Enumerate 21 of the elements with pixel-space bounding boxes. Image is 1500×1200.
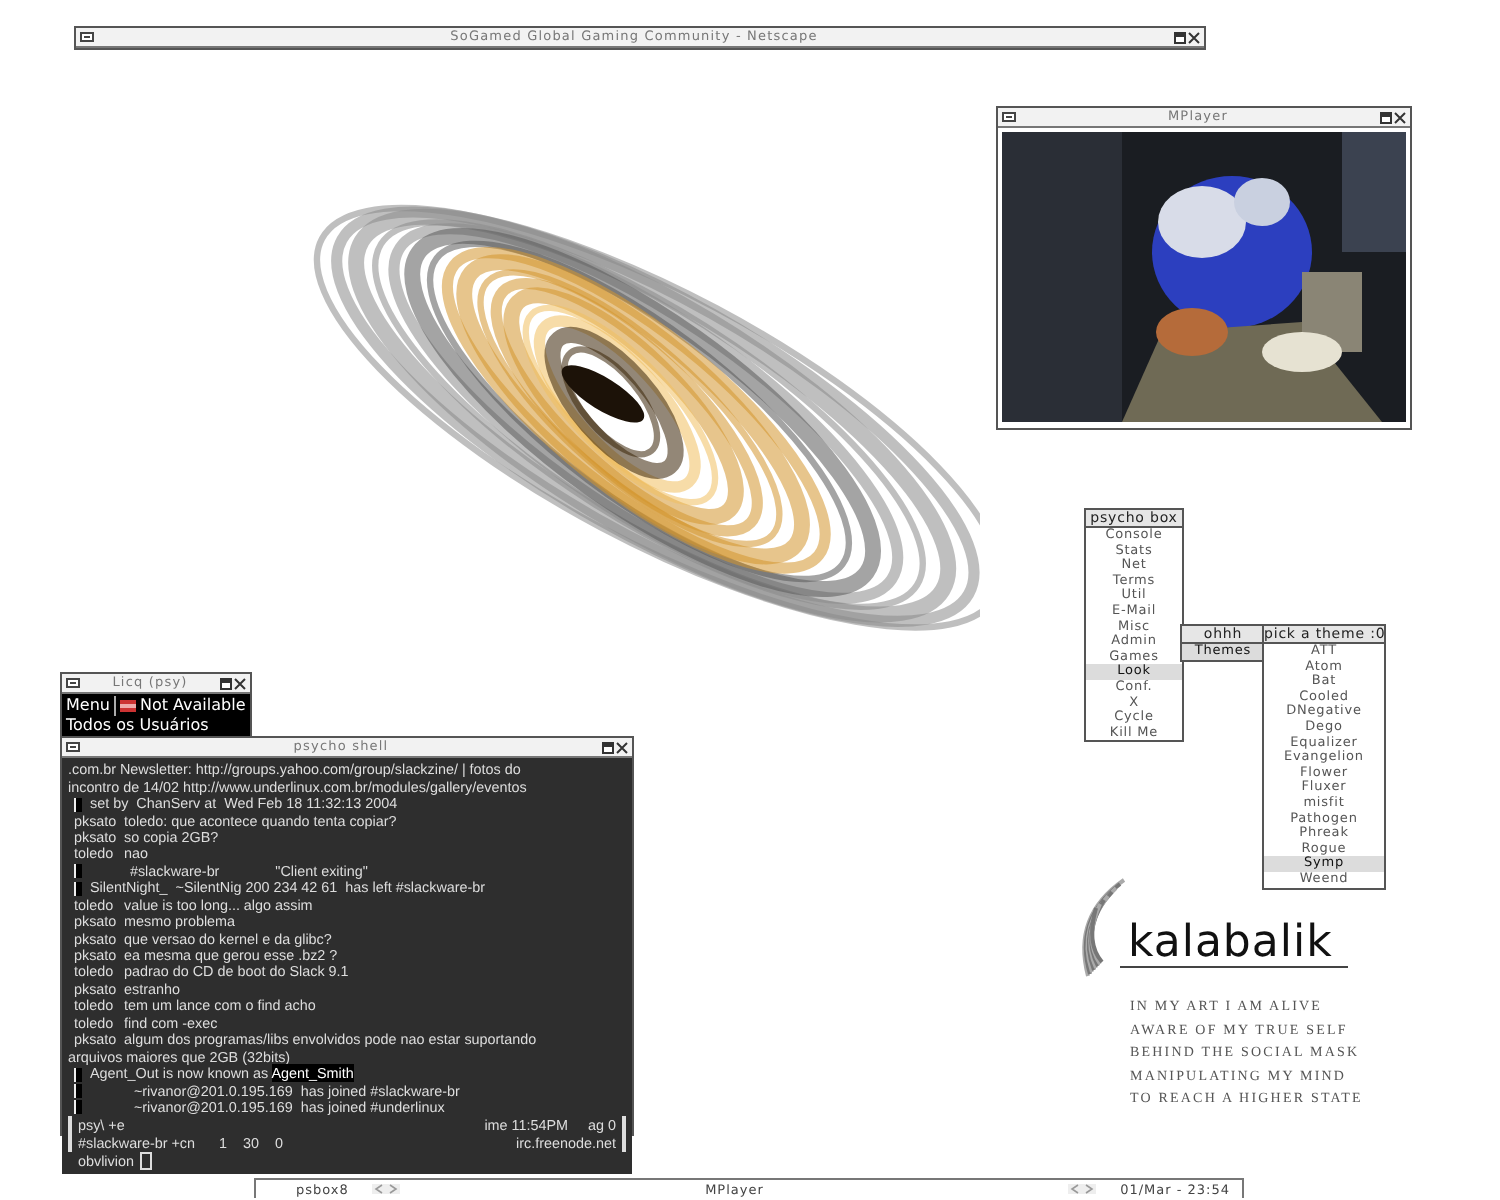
- arrow-buttons-icon[interactable]: [1068, 1184, 1097, 1194]
- logo-wordmark: kalabalik: [1120, 922, 1349, 968]
- close-icon[interactable]: [1187, 31, 1200, 43]
- close-icon[interactable]: [1393, 111, 1406, 123]
- flag-icon: [119, 700, 136, 712]
- group-label[interactable]: Todos os Usuários: [66, 716, 209, 736]
- cursor-icon: [139, 1152, 152, 1171]
- maximize-icon[interactable]: [601, 741, 614, 753]
- arrow-buttons-icon[interactable]: [372, 1184, 401, 1194]
- close-icon[interactable]: [615, 741, 628, 753]
- maximize-icon[interactable]: [1379, 111, 1392, 123]
- minimize-icon[interactable]: [66, 742, 80, 752]
- minimize-icon[interactable]: [66, 678, 80, 688]
- status-label[interactable]: Not Available: [139, 696, 246, 716]
- maximize-icon[interactable]: [1173, 31, 1186, 43]
- minimize-icon[interactable]: [80, 32, 94, 42]
- maximize-icon[interactable]: [220, 677, 232, 689]
- event-marker-icon: [74, 797, 82, 812]
- minimize-icon[interactable]: [1002, 112, 1016, 122]
- close-icon[interactable]: [234, 677, 246, 689]
- menu-button[interactable]: Menu: [66, 696, 116, 716]
